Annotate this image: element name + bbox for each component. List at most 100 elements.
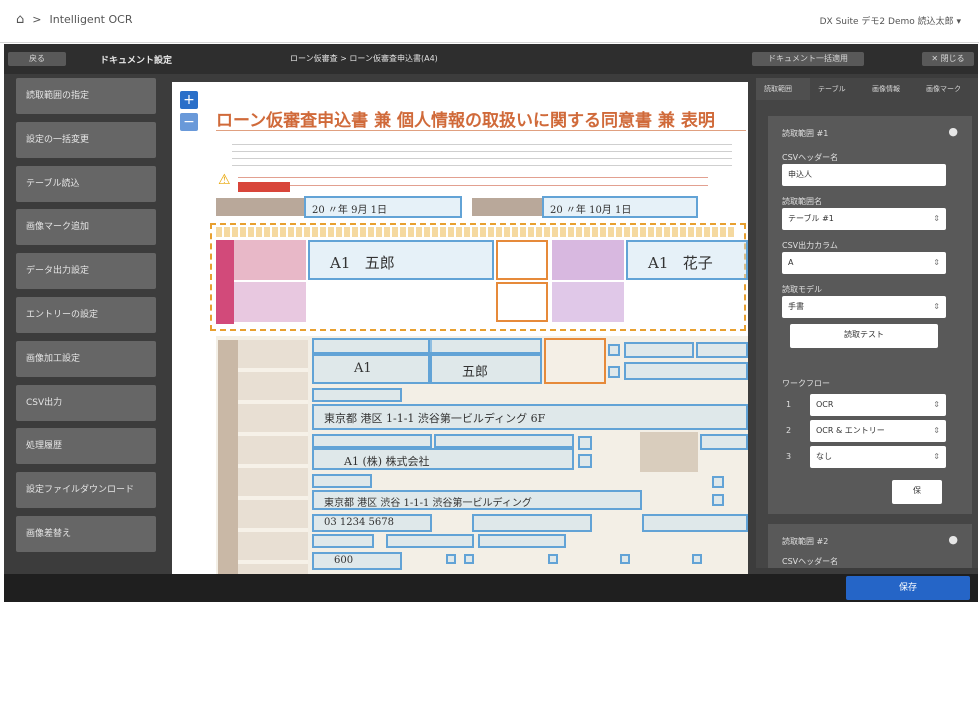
sidebar-item-table[interactable]: テーブル読込 [16,165,156,202]
company-address-field[interactable]: 東京都 港区 渋谷 1-1-1 渋谷第一ビルディング [312,490,642,510]
chevron-down-icon: ⇕ [933,426,940,435]
checkbox-11[interactable] [692,554,702,564]
checkbox-6[interactable] [712,494,724,506]
doc-settings-button[interactable]: ドキュメント一括適用 [752,52,864,66]
seal-box-1[interactable] [496,240,548,280]
sidebar-item-replace[interactable]: 画像差替え [16,515,156,552]
sidebar-item-image-processing[interactable]: 画像加工設定 [16,340,156,377]
zoom-out-icon[interactable]: − [180,113,198,131]
app-title[interactable]: Intelligent OCR [49,13,132,26]
co-applicant-name-field[interactable]: A1 花子 [626,240,748,280]
user-menu[interactable]: DX Suite デモ2 Demo 読込太郎 ▾ [820,14,961,27]
home-icon[interactable]: ⌂ [16,12,24,27]
company-kana-field[interactable] [312,434,432,448]
co-applicant-surname: A1 [648,254,669,272]
position-field[interactable] [642,514,748,532]
date-label-2 [472,198,542,216]
document-viewer[interactable]: ローン仮審査申込書 兼 個人情報の取扱いに関する同意書 兼 表明 ⚠ 20 〃年… [172,82,748,574]
sidebar-item-image-mark[interactable]: 画像マーク追加 [16,209,156,246]
name-field-given[interactable]: 五郎 [430,354,542,384]
sidebar-item-csv[interactable]: CSV出力 [16,384,156,421]
zoom-in-icon[interactable]: + [180,91,198,109]
address-field[interactable]: 東京都 港区 1-1-1 渋谷第一ビルディング 6F [312,404,748,430]
workflow-step-num-1: 1 [786,400,792,409]
birth-field-1[interactable] [624,342,694,358]
company-kana-field-2[interactable] [434,434,574,448]
phone-field[interactable]: 03 1234 5678 [312,514,432,532]
workflow-step-3-select[interactable]: なし ⇕ [810,446,946,468]
tab-table[interactable]: テーブル [818,84,846,94]
birth-field-2[interactable] [696,342,748,358]
photo-box[interactable] [544,338,606,384]
csv-header-label: CSVヘッダー名 [782,153,839,162]
co-applicant-label-1 [552,240,624,280]
company-field[interactable]: A1 (株) 株式会社 [312,448,574,470]
applicant-label-2 [234,282,306,322]
employment-label [640,432,698,472]
income-field[interactable]: 600 [312,552,402,570]
years-field-3[interactable] [478,534,566,548]
workflow-step-2-select[interactable]: OCR & エントリー ⇕ [810,420,946,442]
tab-image-mark[interactable]: 画像マーク [926,84,961,94]
tab-regions[interactable]: 読取範囲 [764,84,792,94]
sidebar-item-bulk-change[interactable]: 設定の一括変更 [16,121,156,158]
seal-box-2[interactable] [496,282,548,322]
date-field-2[interactable]: 20 〃年 10月 1日 [542,196,698,218]
tab-image-info[interactable]: 画像情報 [872,84,900,94]
csv-header-input[interactable]: 申込人 [782,164,946,186]
save-button[interactable]: 保存 [846,576,970,600]
department-field[interactable] [472,514,592,532]
sidebar-item-history[interactable]: 処理履歴 [16,428,156,465]
delete-icon[interactable]: ● [948,533,958,546]
chevron-down-icon: ⇕ [933,302,940,311]
employment-field[interactable] [700,434,748,450]
csv-column-select[interactable]: A ⇕ [782,252,946,274]
region-name-select[interactable]: テーブル #1 ⇕ [782,208,946,230]
region-name-label: 読取範囲名 [782,197,822,206]
applicant-surname: A1 [330,254,351,272]
applicant-label-1 [234,240,306,280]
applicant-name-field[interactable]: A1 五郎 [308,240,494,280]
delete-icon[interactable]: ● [948,125,958,138]
workflow-step-num-2: 2 [786,426,792,435]
name-field-surname[interactable]: A1 [312,354,430,384]
checkbox-4[interactable] [578,454,592,468]
furigana-field-1[interactable] [312,338,432,354]
workflow-step-1-select[interactable]: OCR ⇕ [810,394,946,416]
co-applicant-given-name: 花子 [682,254,713,272]
checkbox-10[interactable] [620,554,630,564]
checkbox-2[interactable] [608,366,620,378]
close-button[interactable]: ✕ 閉じる [922,52,974,66]
furigana-field-2[interactable] [428,338,542,354]
title-rule [216,130,746,131]
checkbox-8[interactable] [464,554,474,564]
years-field-2[interactable] [386,534,474,548]
birth-field-3[interactable] [624,362,748,380]
checkbox-1[interactable] [608,344,620,356]
date-field-1[interactable]: 20 〃年 9月 1日 [304,196,462,218]
sidebar-item-region[interactable]: 読取範囲の指定 [16,78,156,114]
workflow-step-num-3: 3 [786,452,792,461]
years-field[interactable] [312,534,374,548]
test-read-button[interactable]: 読取テスト [790,324,938,348]
csv-column-value: A [788,258,794,267]
postal-field[interactable] [312,388,402,402]
sidebar-item-entry[interactable]: エントリーの設定 [16,296,156,333]
checkbox-5[interactable] [712,476,724,488]
warning-text [238,170,708,188]
applicant-given-name: 五郎 [364,254,395,272]
workflow-step-1-value: OCR [816,400,834,409]
model-select[interactable]: 手書 ⇕ [782,296,946,318]
form-labels-column [238,340,308,574]
checkbox-9[interactable] [548,554,558,564]
back-button[interactable]: 戻る [8,52,66,66]
chevron-down-icon: ⇕ [933,214,940,223]
company-postal-field[interactable] [312,474,372,488]
checkbox-7[interactable] [446,554,456,564]
checkbox-3[interactable] [578,436,592,450]
sidebar-item-output[interactable]: データ出力設定 [16,253,156,290]
sidebar-item-download[interactable]: 設定ファイルダウンロード [16,472,156,509]
top-bar: ⌂ > Intelligent OCR DX Suite デモ2 Demo 読込… [0,0,979,43]
card-save-button[interactable]: 保 [892,480,942,504]
document-path: ローン仮審査 > ローン仮審査申込書(A4) [290,54,438,63]
